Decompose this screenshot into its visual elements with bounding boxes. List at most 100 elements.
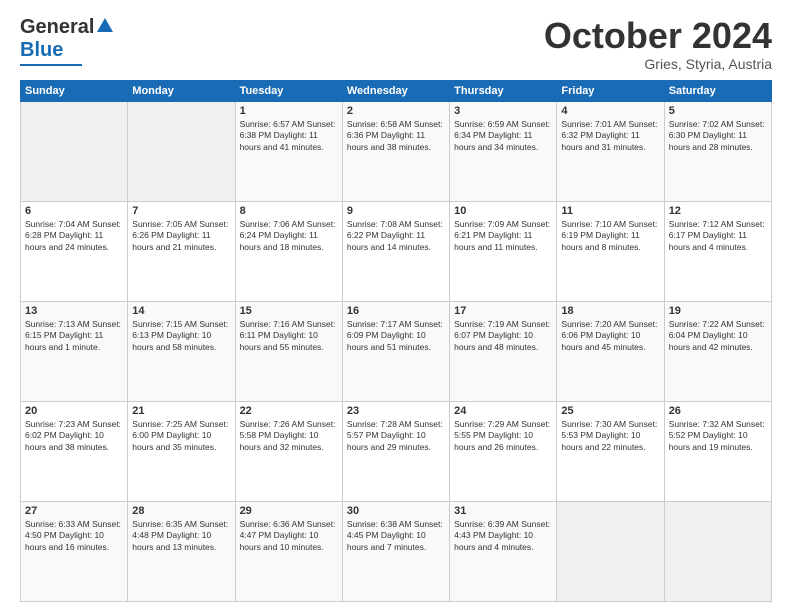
day-content: Sunrise: 7:09 AM Sunset: 6:21 PM Dayligh… — [454, 219, 552, 253]
location-subtitle: Gries, Styria, Austria — [544, 56, 772, 72]
day-content: Sunrise: 7:02 AM Sunset: 6:30 PM Dayligh… — [669, 119, 767, 153]
day-number: 3 — [454, 105, 552, 117]
day-number: 9 — [347, 205, 445, 217]
day-content: Sunrise: 7:04 AM Sunset: 6:28 PM Dayligh… — [25, 219, 123, 253]
day-number: 14 — [132, 305, 230, 317]
day-number: 24 — [454, 405, 552, 417]
calendar-header-day: Sunday — [21, 80, 128, 101]
page: General Blue October 2024 Gries, Styria,… — [0, 0, 792, 612]
calendar-cell: 16 Sunrise: 7:17 AM Sunset: 6:09 PM Dayli… — [342, 301, 449, 401]
calendar-cell: 17Sunrise: 7:19 AM Sunset: 6:07 PM Dayli… — [450, 301, 557, 401]
calendar-cell: 7 Sunrise: 7:05 AM Sunset: 6:26 PM Daylig… — [128, 201, 235, 301]
calendar-cell — [128, 101, 235, 201]
calendar-week-row: 1Sunrise: 6:57 AM Sunset: 6:38 PM Daylig… — [21, 101, 772, 201]
day-number: 5 — [669, 105, 767, 117]
calendar-cell: 22 Sunrise: 7:26 AM Sunset: 5:58 PM Dayli… — [235, 401, 342, 501]
calendar-cell: 2 Sunrise: 6:58 AM Sunset: 6:36 PM Daylig… — [342, 101, 449, 201]
logo-icon — [96, 16, 114, 34]
day-content: Sunrise: 7:25 AM Sunset: 6:00 PM Dayligh… — [132, 419, 230, 453]
calendar-header-day: Monday — [128, 80, 235, 101]
calendar-cell: 20 Sunrise: 7:23 AM Sunset: 6:02 PM Dayli… — [21, 401, 128, 501]
day-number: 13 — [25, 305, 123, 317]
day-content: Sunrise: 6:36 AM Sunset: 4:47 PM Dayligh… — [240, 519, 338, 553]
calendar-cell: 6Sunrise: 7:04 AM Sunset: 6:28 PM Daylig… — [21, 201, 128, 301]
calendar-week-row: 13Sunrise: 7:13 AM Sunset: 6:15 PM Dayli… — [21, 301, 772, 401]
day-content: Sunrise: 7:10 AM Sunset: 6:19 PM Dayligh… — [561, 219, 659, 253]
day-number: 20 — [25, 405, 123, 417]
day-number: 11 — [561, 205, 659, 217]
logo-general: General — [20, 16, 94, 39]
logo-blue: Blue — [20, 39, 63, 62]
calendar-cell: 3 Sunrise: 6:59 AM Sunset: 6:34 PM Daylig… — [450, 101, 557, 201]
day-number: 29 — [240, 505, 338, 517]
day-content: Sunrise: 7:15 AM Sunset: 6:13 PM Dayligh… — [132, 319, 230, 353]
day-number: 10 — [454, 205, 552, 217]
day-number: 4 — [561, 105, 659, 117]
day-number: 30 — [347, 505, 445, 517]
calendar-cell: 31Sunrise: 6:39 AM Sunset: 4:43 PM Dayli… — [450, 501, 557, 601]
calendar-week-row: 6Sunrise: 7:04 AM Sunset: 6:28 PM Daylig… — [21, 201, 772, 301]
day-content: Sunrise: 7:23 AM Sunset: 6:02 PM Dayligh… — [25, 419, 123, 453]
day-number: 26 — [669, 405, 767, 417]
day-number: 22 — [240, 405, 338, 417]
calendar-cell: 21Sunrise: 7:25 AM Sunset: 6:00 PM Dayli… — [128, 401, 235, 501]
day-content: Sunrise: 7:19 AM Sunset: 6:07 PM Dayligh… — [454, 319, 552, 353]
calendar-cell: 25Sunrise: 7:30 AM Sunset: 5:53 PM Dayli… — [557, 401, 664, 501]
calendar-cell — [21, 101, 128, 201]
calendar-header-day: Saturday — [664, 80, 771, 101]
day-content: Sunrise: 7:17 AM Sunset: 6:09 PM Dayligh… — [347, 319, 445, 353]
day-number: 19 — [669, 305, 767, 317]
day-content: Sunrise: 7:01 AM Sunset: 6:32 PM Dayligh… — [561, 119, 659, 153]
calendar-cell — [557, 501, 664, 601]
day-number: 8 — [240, 205, 338, 217]
day-content: Sunrise: 7:29 AM Sunset: 5:55 PM Dayligh… — [454, 419, 552, 453]
calendar-table: SundayMondayTuesdayWednesdayThursdayFrid… — [20, 80, 772, 602]
calendar-cell: 26 Sunrise: 7:32 AM Sunset: 5:52 PM Dayli… — [664, 401, 771, 501]
calendar-header-day: Friday — [557, 80, 664, 101]
calendar-cell: 12Sunrise: 7:12 AM Sunset: 6:17 PM Dayli… — [664, 201, 771, 301]
day-number: 2 — [347, 105, 445, 117]
day-number: 7 — [132, 205, 230, 217]
calendar-cell: 18 Sunrise: 7:20 AM Sunset: 6:06 PM Dayli… — [557, 301, 664, 401]
header: General Blue October 2024 Gries, Styria,… — [20, 16, 772, 72]
day-content: Sunrise: 7:05 AM Sunset: 6:26 PM Dayligh… — [132, 219, 230, 253]
calendar-cell: 29 Sunrise: 6:36 AM Sunset: 4:47 PM Dayli… — [235, 501, 342, 601]
day-content: Sunrise: 6:35 AM Sunset: 4:48 PM Dayligh… — [132, 519, 230, 553]
calendar-header-day: Wednesday — [342, 80, 449, 101]
day-content: Sunrise: 7:08 AM Sunset: 6:22 PM Dayligh… — [347, 219, 445, 253]
day-number: 12 — [669, 205, 767, 217]
calendar-cell: 9 Sunrise: 7:08 AM Sunset: 6:22 PM Daylig… — [342, 201, 449, 301]
day-number: 1 — [240, 105, 338, 117]
calendar-cell: 30 Sunrise: 6:38 AM Sunset: 4:45 PM Dayli… — [342, 501, 449, 601]
calendar-cell: 19Sunrise: 7:22 AM Sunset: 6:04 PM Dayli… — [664, 301, 771, 401]
calendar-cell: 1Sunrise: 6:57 AM Sunset: 6:38 PM Daylig… — [235, 101, 342, 201]
calendar-header-day: Thursday — [450, 80, 557, 101]
calendar-cell: 28 Sunrise: 6:35 AM Sunset: 4:48 PM Dayli… — [128, 501, 235, 601]
day-content: Sunrise: 6:38 AM Sunset: 4:45 PM Dayligh… — [347, 519, 445, 553]
calendar-cell: 13Sunrise: 7:13 AM Sunset: 6:15 PM Dayli… — [21, 301, 128, 401]
day-content: Sunrise: 6:59 AM Sunset: 6:34 PM Dayligh… — [454, 119, 552, 153]
title-area: October 2024 Gries, Styria, Austria — [544, 16, 772, 72]
calendar-week-row: 27Sunrise: 6:33 AM Sunset: 4:50 PM Dayli… — [21, 501, 772, 601]
day-number: 31 — [454, 505, 552, 517]
calendar-cell: 11 Sunrise: 7:10 AM Sunset: 6:19 PM Dayli… — [557, 201, 664, 301]
calendar-cell: 5 Sunrise: 7:02 AM Sunset: 6:30 PM Daylig… — [664, 101, 771, 201]
calendar-cell: 14 Sunrise: 7:15 AM Sunset: 6:13 PM Dayli… — [128, 301, 235, 401]
day-number: 23 — [347, 405, 445, 417]
day-content: Sunrise: 7:32 AM Sunset: 5:52 PM Dayligh… — [669, 419, 767, 453]
calendar-cell: 10 Sunrise: 7:09 AM Sunset: 6:21 PM Dayli… — [450, 201, 557, 301]
logo: General Blue — [20, 16, 114, 66]
calendar-cell: 4 Sunrise: 7:01 AM Sunset: 6:32 PM Daylig… — [557, 101, 664, 201]
day-number: 16 — [347, 305, 445, 317]
day-content: Sunrise: 7:28 AM Sunset: 5:57 PM Dayligh… — [347, 419, 445, 453]
day-number: 28 — [132, 505, 230, 517]
day-content: Sunrise: 6:33 AM Sunset: 4:50 PM Dayligh… — [25, 519, 123, 553]
day-content: Sunrise: 7:26 AM Sunset: 5:58 PM Dayligh… — [240, 419, 338, 453]
day-content: Sunrise: 7:30 AM Sunset: 5:53 PM Dayligh… — [561, 419, 659, 453]
day-content: Sunrise: 7:16 AM Sunset: 6:11 PM Dayligh… — [240, 319, 338, 353]
calendar-cell: 8Sunrise: 7:06 AM Sunset: 6:24 PM Daylig… — [235, 201, 342, 301]
calendar-week-row: 20 Sunrise: 7:23 AM Sunset: 6:02 PM Dayli… — [21, 401, 772, 501]
day-content: Sunrise: 7:20 AM Sunset: 6:06 PM Dayligh… — [561, 319, 659, 353]
day-content: Sunrise: 6:58 AM Sunset: 6:36 PM Dayligh… — [347, 119, 445, 153]
day-number: 18 — [561, 305, 659, 317]
